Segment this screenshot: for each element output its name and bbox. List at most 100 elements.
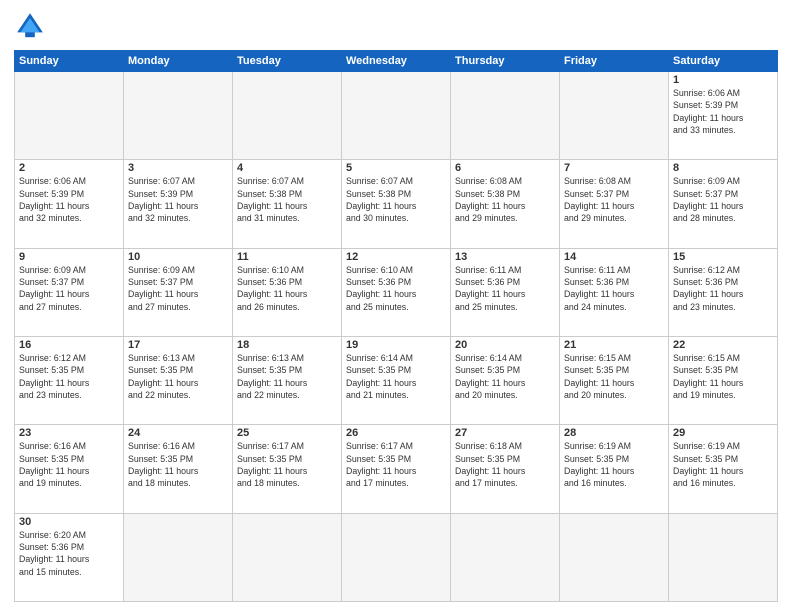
calendar-cell: 7Sunrise: 6:08 AM Sunset: 5:37 PM Daylig…	[560, 160, 669, 248]
calendar-cell	[233, 513, 342, 601]
day-number: 30	[19, 516, 119, 528]
day-number: 14	[564, 251, 664, 263]
day-number: 12	[346, 251, 446, 263]
day-info: Sunrise: 6:12 AM Sunset: 5:36 PM Dayligh…	[673, 264, 773, 313]
day-number: 9	[19, 251, 119, 263]
calendar-cell: 14Sunrise: 6:11 AM Sunset: 5:36 PM Dayli…	[560, 248, 669, 336]
day-number: 27	[455, 427, 555, 439]
calendar-cell	[124, 72, 233, 160]
day-info: Sunrise: 6:19 AM Sunset: 5:35 PM Dayligh…	[564, 440, 664, 489]
week-row-3: 16Sunrise: 6:12 AM Sunset: 5:35 PM Dayli…	[15, 336, 778, 424]
calendar-cell: 22Sunrise: 6:15 AM Sunset: 5:35 PM Dayli…	[669, 336, 778, 424]
calendar-cell: 4Sunrise: 6:07 AM Sunset: 5:38 PM Daylig…	[233, 160, 342, 248]
calendar-cell	[669, 513, 778, 601]
day-info: Sunrise: 6:06 AM Sunset: 5:39 PM Dayligh…	[673, 87, 773, 136]
day-info: Sunrise: 6:10 AM Sunset: 5:36 PM Dayligh…	[237, 264, 337, 313]
header	[14, 10, 778, 42]
weekday-header-tuesday: Tuesday	[233, 51, 342, 72]
day-number: 18	[237, 339, 337, 351]
week-row-5: 30Sunrise: 6:20 AM Sunset: 5:36 PM Dayli…	[15, 513, 778, 601]
day-number: 29	[673, 427, 773, 439]
weekday-row: SundayMondayTuesdayWednesdayThursdayFrid…	[15, 51, 778, 72]
day-info: Sunrise: 6:11 AM Sunset: 5:36 PM Dayligh…	[564, 264, 664, 313]
day-number: 4	[237, 162, 337, 174]
day-number: 10	[128, 251, 228, 263]
weekday-header-monday: Monday	[124, 51, 233, 72]
calendar-cell: 2Sunrise: 6:06 AM Sunset: 5:39 PM Daylig…	[15, 160, 124, 248]
calendar-cell	[233, 72, 342, 160]
weekday-header-thursday: Thursday	[451, 51, 560, 72]
week-row-4: 23Sunrise: 6:16 AM Sunset: 5:35 PM Dayli…	[15, 425, 778, 513]
day-number: 25	[237, 427, 337, 439]
day-info: Sunrise: 6:17 AM Sunset: 5:35 PM Dayligh…	[237, 440, 337, 489]
logo-icon	[14, 10, 46, 42]
calendar-cell: 29Sunrise: 6:19 AM Sunset: 5:35 PM Dayli…	[669, 425, 778, 513]
calendar-cell: 1Sunrise: 6:06 AM Sunset: 5:39 PM Daylig…	[669, 72, 778, 160]
day-info: Sunrise: 6:13 AM Sunset: 5:35 PM Dayligh…	[237, 352, 337, 401]
calendar-cell: 30Sunrise: 6:20 AM Sunset: 5:36 PM Dayli…	[15, 513, 124, 601]
calendar-cell: 21Sunrise: 6:15 AM Sunset: 5:35 PM Dayli…	[560, 336, 669, 424]
day-info: Sunrise: 6:15 AM Sunset: 5:35 PM Dayligh…	[673, 352, 773, 401]
calendar-cell	[451, 72, 560, 160]
week-row-1: 2Sunrise: 6:06 AM Sunset: 5:39 PM Daylig…	[15, 160, 778, 248]
calendar-cell: 9Sunrise: 6:09 AM Sunset: 5:37 PM Daylig…	[15, 248, 124, 336]
day-number: 19	[346, 339, 446, 351]
calendar-cell: 20Sunrise: 6:14 AM Sunset: 5:35 PM Dayli…	[451, 336, 560, 424]
week-row-2: 9 Sunrise: 6:09 AM Sunset: 5:37 PM Daylig…	[15, 248, 778, 336]
day-info: Sunrise: 6:17 AM Sunset: 5:35 PM Dayligh…	[346, 440, 446, 489]
day-info: Sunrise: 6:19 AM Sunset: 5:35 PM Dayligh…	[673, 440, 773, 489]
calendar-cell: 10Sunrise: 6:09 AM Sunset: 5:37 PM Dayli…	[124, 248, 233, 336]
calendar-cell: 17Sunrise: 6:13 AM Sunset: 5:35 PM Dayli…	[124, 336, 233, 424]
day-info: Sunrise: 6:09 AM Sunset: 5:37 PM Dayligh…	[673, 175, 773, 224]
calendar-cell: 5Sunrise: 6:07 AM Sunset: 5:38 PM Daylig…	[342, 160, 451, 248]
day-number: 17	[128, 339, 228, 351]
calendar-cell: 18Sunrise: 6:13 AM Sunset: 5:35 PM Dayli…	[233, 336, 342, 424]
day-info: Sunrise: 6:07 AM Sunset: 5:38 PM Dayligh…	[237, 175, 337, 224]
calendar-cell: 26Sunrise: 6:17 AM Sunset: 5:35 PM Dayli…	[342, 425, 451, 513]
calendar-cell	[15, 72, 124, 160]
calendar-cell: 3Sunrise: 6:07 AM Sunset: 5:39 PM Daylig…	[124, 160, 233, 248]
day-number: 8	[673, 162, 773, 174]
calendar-cell: 11Sunrise: 6:10 AM Sunset: 5:36 PM Dayli…	[233, 248, 342, 336]
day-info: Sunrise: 6:08 AM Sunset: 5:38 PM Dayligh…	[455, 175, 555, 224]
day-number: 15	[673, 251, 773, 263]
page: SundayMondayTuesdayWednesdayThursdayFrid…	[0, 0, 792, 612]
calendar-cell: 13Sunrise: 6:11 AM Sunset: 5:36 PM Dayli…	[451, 248, 560, 336]
weekday-header-sunday: Sunday	[15, 51, 124, 72]
day-number: 7	[564, 162, 664, 174]
day-info: Sunrise: 6:20 AM Sunset: 5:36 PM Dayligh…	[19, 529, 119, 578]
calendar-cell: 16Sunrise: 6:12 AM Sunset: 5:35 PM Dayli…	[15, 336, 124, 424]
calendar: SundayMondayTuesdayWednesdayThursdayFrid…	[14, 50, 778, 602]
calendar-cell	[560, 513, 669, 601]
calendar-cell: 8Sunrise: 6:09 AM Sunset: 5:37 PM Daylig…	[669, 160, 778, 248]
day-info: Sunrise: 6:18 AM Sunset: 5:35 PM Dayligh…	[455, 440, 555, 489]
day-info: Sunrise: 6:11 AM Sunset: 5:36 PM Dayligh…	[455, 264, 555, 313]
day-number: 23	[19, 427, 119, 439]
calendar-header: SundayMondayTuesdayWednesdayThursdayFrid…	[15, 51, 778, 72]
day-info: Sunrise: 6:10 AM Sunset: 5:36 PM Dayligh…	[346, 264, 446, 313]
calendar-cell: 15Sunrise: 6:12 AM Sunset: 5:36 PM Dayli…	[669, 248, 778, 336]
day-number: 22	[673, 339, 773, 351]
logo	[14, 10, 50, 42]
day-number: 16	[19, 339, 119, 351]
calendar-cell	[124, 513, 233, 601]
calendar-body: 1Sunrise: 6:06 AM Sunset: 5:39 PM Daylig…	[15, 72, 778, 602]
day-number: 6	[455, 162, 555, 174]
calendar-cell: 6Sunrise: 6:08 AM Sunset: 5:38 PM Daylig…	[451, 160, 560, 248]
day-number: 20	[455, 339, 555, 351]
day-number: 21	[564, 339, 664, 351]
day-number: 3	[128, 162, 228, 174]
day-info: Sunrise: 6:06 AM Sunset: 5:39 PM Dayligh…	[19, 175, 119, 224]
day-info: Sunrise: 6:14 AM Sunset: 5:35 PM Dayligh…	[455, 352, 555, 401]
day-info: Sunrise: 6:09 AM Sunset: 5:37 PM Dayligh…	[128, 264, 228, 313]
day-info: Sunrise: 6:08 AM Sunset: 5:37 PM Dayligh…	[564, 175, 664, 224]
day-number: 13	[455, 251, 555, 263]
day-number: 24	[128, 427, 228, 439]
weekday-header-friday: Friday	[560, 51, 669, 72]
weekday-header-saturday: Saturday	[669, 51, 778, 72]
day-info: Sunrise: 6:13 AM Sunset: 5:35 PM Dayligh…	[128, 352, 228, 401]
calendar-cell: 19Sunrise: 6:14 AM Sunset: 5:35 PM Dayli…	[342, 336, 451, 424]
day-number: 11	[237, 251, 337, 263]
calendar-cell: 25Sunrise: 6:17 AM Sunset: 5:35 PM Dayli…	[233, 425, 342, 513]
day-info: Sunrise: 6:07 AM Sunset: 5:39 PM Dayligh…	[128, 175, 228, 224]
